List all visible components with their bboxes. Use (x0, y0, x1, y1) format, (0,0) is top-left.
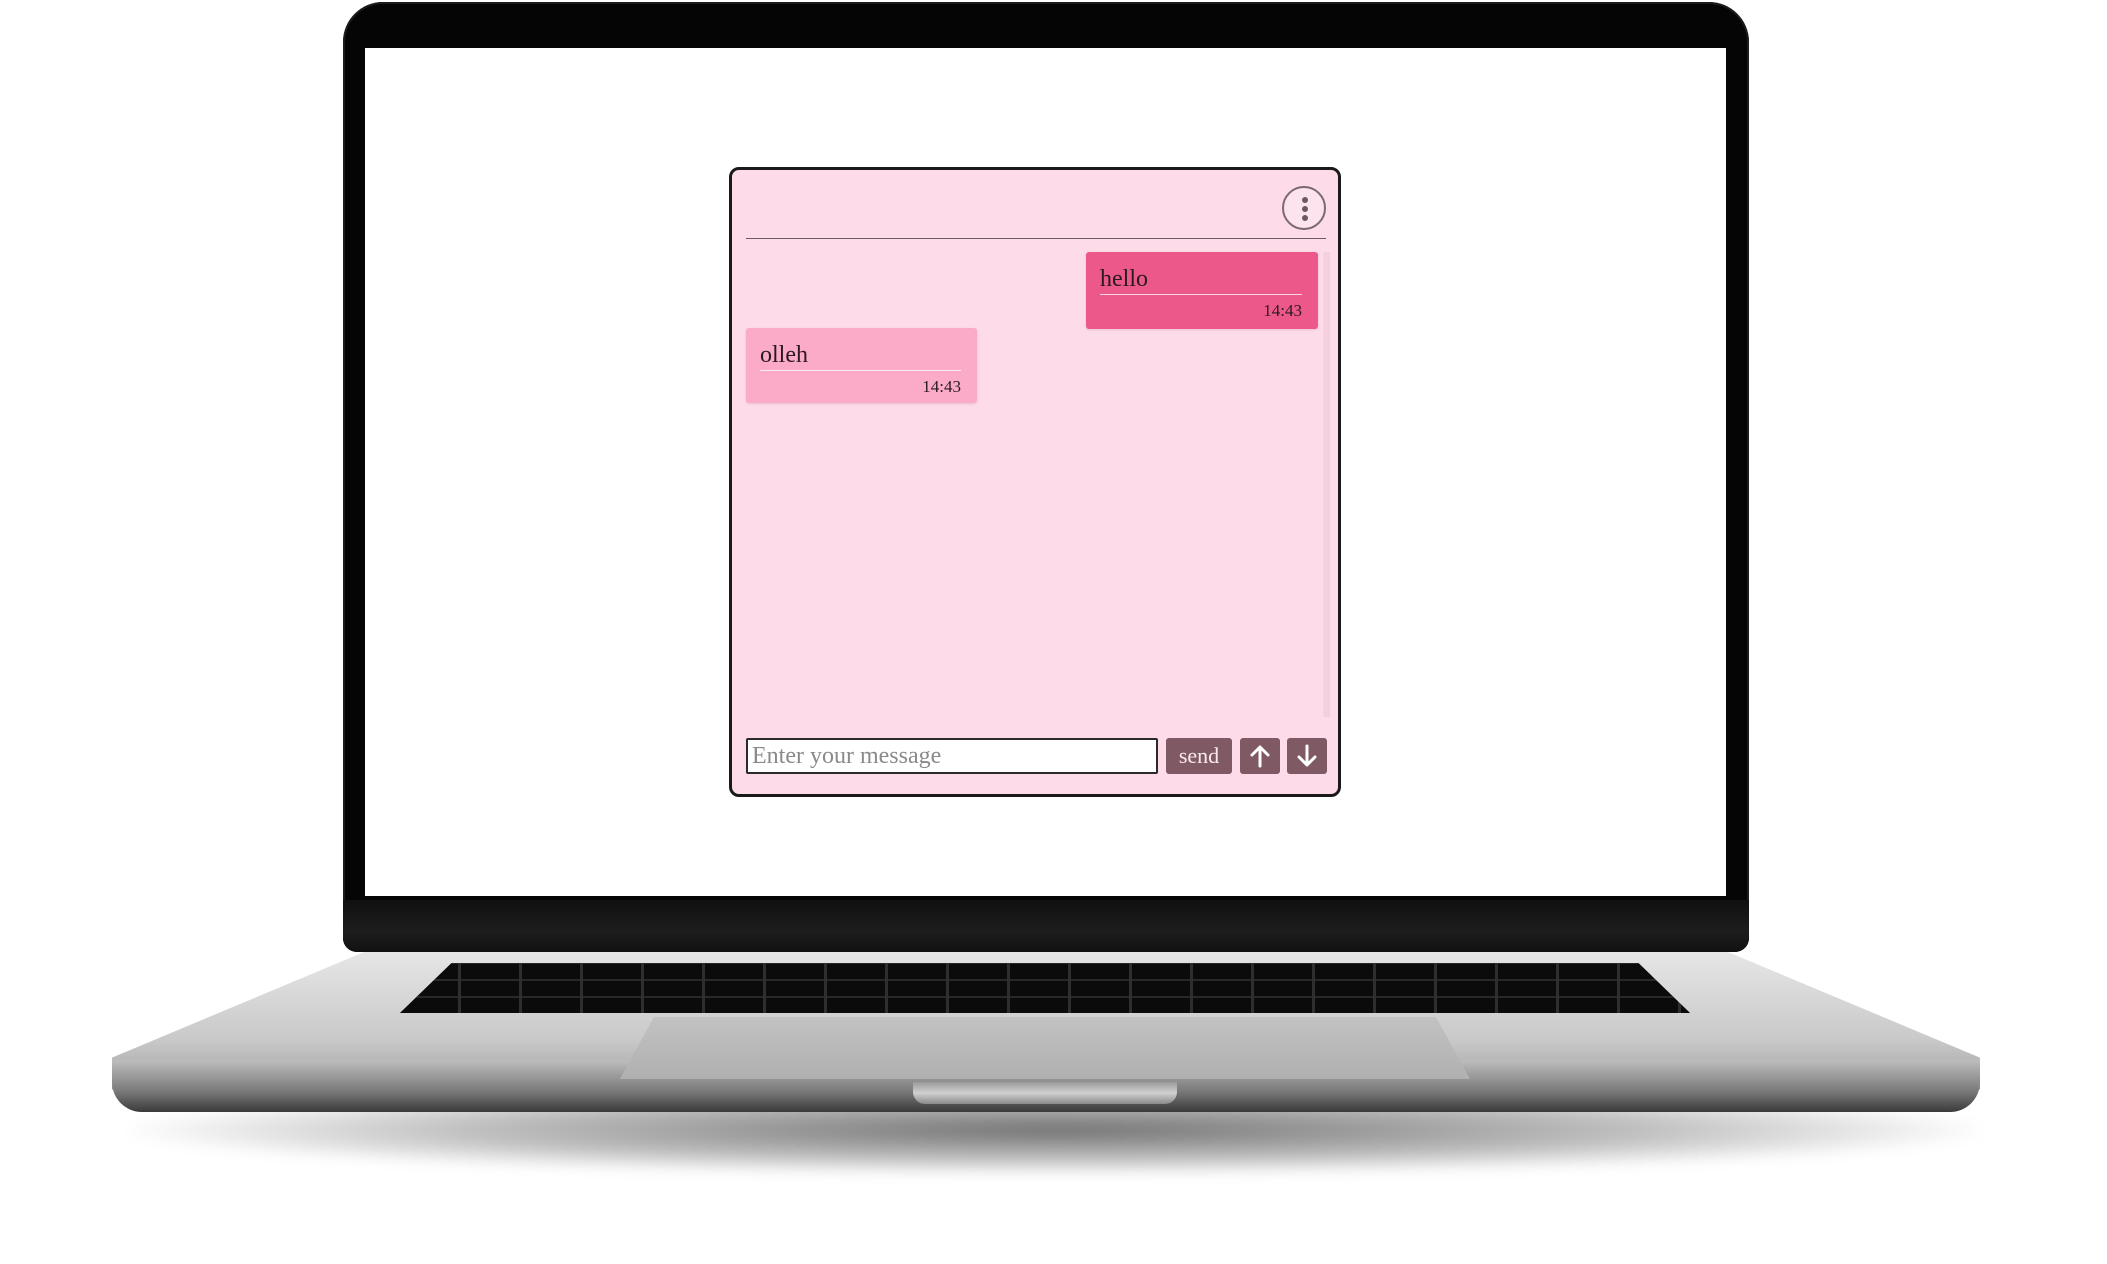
message-composer: send (746, 737, 1330, 777)
trackpad (620, 1017, 1470, 1079)
message-timestamp: 14:43 (1263, 301, 1302, 320)
menu-dot (1302, 206, 1308, 212)
menu-dot (1302, 215, 1308, 221)
chat-header (746, 178, 1326, 239)
message-sent: hello 14:43 (1086, 252, 1318, 329)
message-text: olleh (760, 343, 961, 371)
message-text: hello (1100, 267, 1302, 295)
lid-notch (913, 1082, 1177, 1104)
send-button[interactable]: send (1166, 738, 1232, 774)
laptop-screen: hello 14:43 olleh 14:43 send (365, 48, 1726, 896)
scroll-down-button[interactable] (1287, 738, 1327, 774)
chat-window: hello 14:43 olleh 14:43 send (729, 167, 1341, 797)
scroll-up-button[interactable] (1240, 738, 1280, 774)
message-timestamp: 14:43 (922, 377, 961, 396)
message-input[interactable] (746, 738, 1158, 774)
message-list[interactable]: hello 14:43 olleh 14:43 (746, 252, 1330, 717)
laptop-mockup: hello 14:43 olleh 14:43 send (0, 0, 2107, 1264)
arrow-down-icon (1297, 744, 1317, 767)
more-options-button[interactable] (1282, 186, 1326, 230)
message-scrollbar[interactable] (1323, 252, 1330, 717)
message-received: olleh 14:43 (746, 328, 977, 403)
keyboard-rows (400, 963, 1690, 1013)
menu-dot (1302, 197, 1308, 203)
arrow-up-icon (1250, 745, 1270, 768)
laptop-lid-chin (343, 900, 1749, 952)
